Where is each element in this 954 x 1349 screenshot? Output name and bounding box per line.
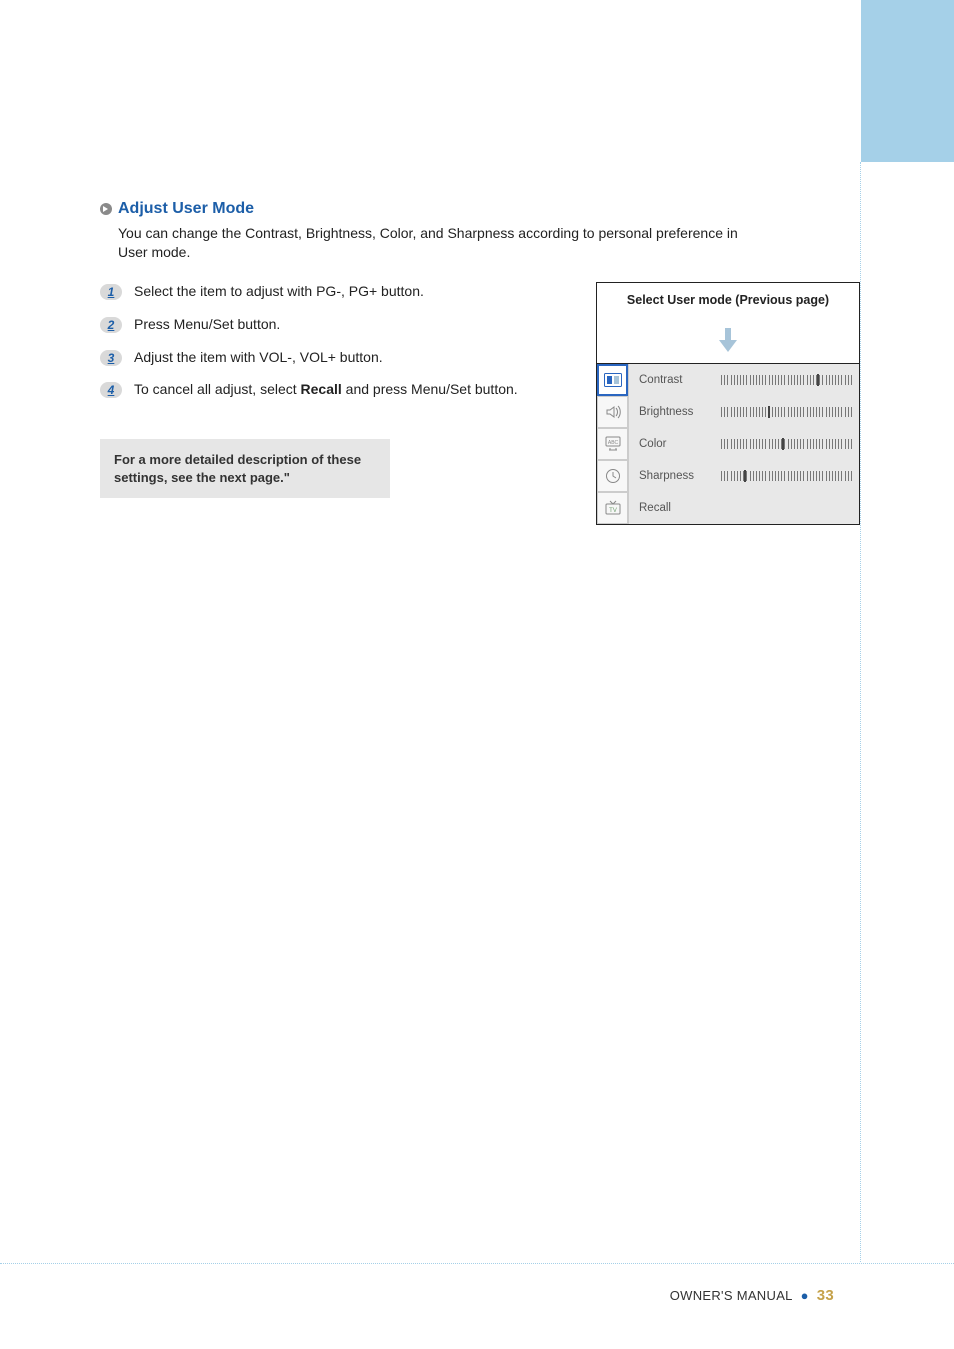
- step-text: To cancel all adjust, select Recall and …: [134, 380, 518, 399]
- osd-slider: [721, 471, 851, 481]
- step-1: 1 Select the item to adjust with PG-, PG…: [100, 282, 566, 301]
- info-note-box: For a more detailed description of these…: [100, 439, 390, 498]
- section-heading-row: Adjust User Mode: [100, 200, 860, 218]
- osd-row: Contrast: [629, 364, 859, 396]
- flow-arrow-area: [596, 321, 860, 363]
- step-text: Select the item to adjust with PG-, PG+ …: [134, 282, 424, 301]
- step-4: 4 To cancel all adjust, select Recall an…: [100, 380, 566, 399]
- footer-bullet-icon: ●: [797, 1288, 813, 1303]
- osd-row-label: Contrast: [639, 374, 711, 386]
- osd-row-label: Brightness: [639, 406, 711, 418]
- step-badge: 4: [100, 382, 122, 398]
- osd-panel: ABC TV Contrast Brightness Color Sharpness R…: [596, 363, 860, 525]
- osd-slider: [721, 439, 851, 449]
- osd-settings-list: Contrast Brightness Color Sharpness Recall: [629, 364, 859, 524]
- step-4-bold: Recall: [301, 381, 342, 397]
- osd-row-label: Color: [639, 438, 711, 450]
- svg-text:ABC: ABC: [607, 440, 618, 446]
- step-badge: 2: [100, 317, 122, 333]
- osd-tab-sound-icon: [597, 396, 628, 428]
- step-badge: 1: [100, 284, 122, 300]
- page: Adjust User Mode You can change the Cont…: [0, 0, 954, 1349]
- osd-diagram: Select User mode (Previous page): [596, 282, 860, 525]
- section-description: You can change the Contrast, Brightness,…: [118, 224, 758, 262]
- step-4-prefix: To cancel all adjust, select: [134, 381, 301, 397]
- osd-slider: [721, 375, 851, 385]
- footer-page-number: 33: [817, 1287, 834, 1304]
- step-text: Adjust the item with VOL-, VOL+ button.: [134, 348, 383, 367]
- svg-text:TV: TV: [609, 508, 617, 514]
- page-footer: OWNER'S MANUAL ● 33: [670, 1287, 834, 1304]
- osd-tab-strip: ABC TV: [597, 364, 629, 524]
- steps-column: 1 Select the item to adjust with PG-, PG…: [100, 282, 566, 499]
- osd-slider-marker: [744, 470, 746, 482]
- osd-row-label: Sharpness: [639, 470, 711, 482]
- osd-row-label: Recall: [639, 502, 711, 514]
- footer-label: OWNER'S MANUAL: [670, 1288, 793, 1303]
- side-color-band: [861, 0, 954, 162]
- step-2: 2 Press Menu/Set button.: [100, 315, 566, 334]
- osd-tab-picture-icon: [597, 364, 628, 396]
- osd-slider-marker: [817, 374, 819, 386]
- osd-row: Color: [629, 428, 859, 460]
- step-badge: 3: [100, 350, 122, 366]
- osd-slider: [721, 407, 851, 417]
- content-area: Adjust User Mode You can change the Cont…: [100, 200, 860, 525]
- osd-tab-features-icon: ABC: [597, 428, 628, 460]
- osd-row: Recall: [629, 492, 859, 524]
- osd-row: Sharpness: [629, 460, 859, 492]
- arrow-down-icon: [720, 334, 736, 350]
- osd-tab-tv-icon: TV: [597, 492, 628, 524]
- step-text: Press Menu/Set button.: [134, 315, 280, 334]
- step-4-suffix: and press Menu/Set button.: [342, 381, 518, 397]
- play-bullet-icon: [100, 203, 112, 215]
- osd-slider-marker: [782, 438, 784, 450]
- osd-tab-time-icon: [597, 460, 628, 492]
- dotted-vertical-rule: [860, 162, 861, 1262]
- two-column-layout: 1 Select the item to adjust with PG-, PG…: [100, 282, 860, 525]
- dotted-bottom-rule: [0, 1263, 954, 1264]
- step-3: 3 Adjust the item with VOL-, VOL+ button…: [100, 348, 566, 367]
- osd-column: Select User mode (Previous page): [596, 282, 860, 525]
- section-title: Adjust User Mode: [118, 200, 254, 218]
- osd-row: Brightness: [629, 396, 859, 428]
- osd-slider-marker: [768, 406, 770, 418]
- osd-caption: Select User mode (Previous page): [596, 282, 860, 321]
